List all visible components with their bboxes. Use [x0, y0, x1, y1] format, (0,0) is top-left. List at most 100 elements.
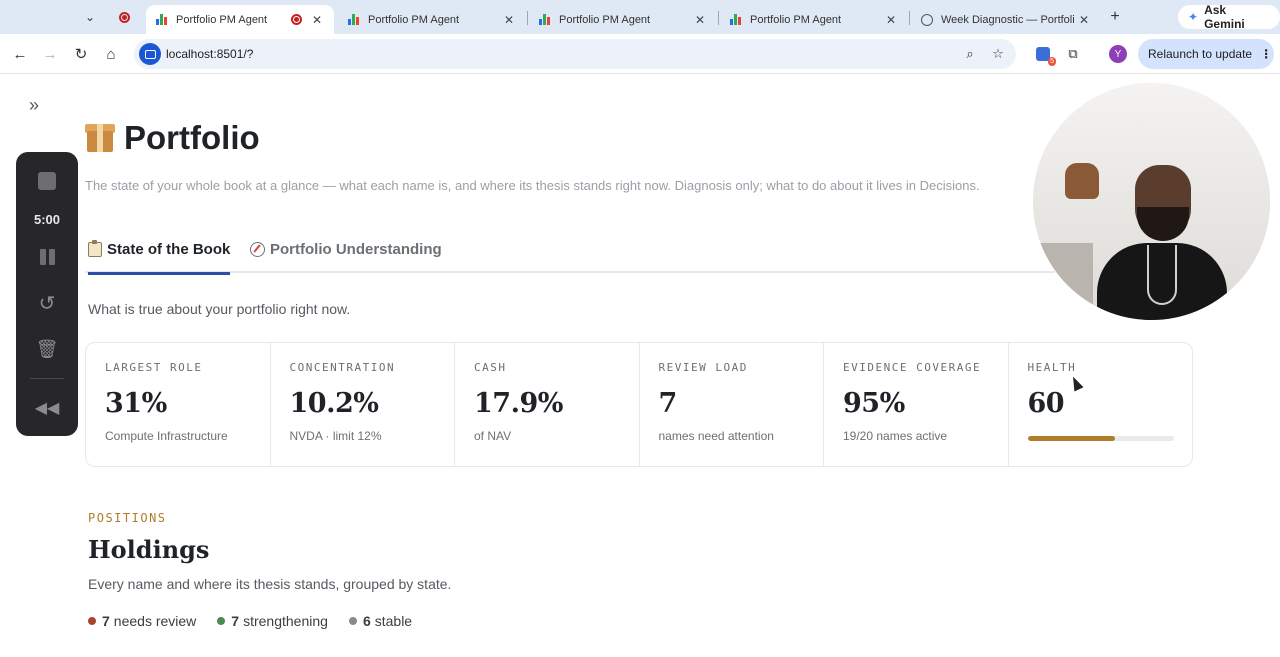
metric-value: 17.9% [474, 388, 563, 419]
browser-tab-title: Portfolio PM Agent [176, 13, 268, 26]
relaunch-to-update-button[interactable]: Relaunch to update ⋮ [1138, 39, 1274, 69]
holdings-state-summary: 7 needs review 7 strengthening 6 stable [88, 613, 412, 629]
browser-tab-strip: ⌄ Portfolio PM Agent ✕ Portfolio PM Agen… [0, 0, 1280, 34]
more-vertical-icon[interactable]: ⋮ [1260, 47, 1272, 61]
browser-tab-3[interactable]: Portfolio PM Agent ✕ [529, 5, 717, 34]
zoom-icon[interactable]: ⌕ [961, 45, 979, 63]
state-count: 7 [231, 613, 240, 629]
metric-concentration: CONCENTRATION 10.2% NVDA · limit 12% [271, 343, 455, 466]
close-icon[interactable]: ✕ [502, 13, 516, 27]
address-bar[interactable]: localhost:8501/? ⌕ ☆ [134, 39, 1016, 69]
bookmark-star-icon[interactable]: ☆ [989, 45, 1007, 63]
browser-tab-title: Week Diagnostic — Portfoli [941, 13, 1075, 26]
tab-separator [718, 11, 719, 25]
webcam-overlay [1033, 83, 1270, 320]
url-text[interactable]: localhost:8501/? [166, 47, 253, 61]
chart-favicon-icon [539, 14, 551, 25]
page-title-text: Portfolio [124, 119, 260, 156]
state-label: stable [374, 613, 413, 629]
ask-gemini-button[interactable]: ✦ Ask Gemini [1178, 3, 1280, 31]
close-icon[interactable]: ✕ [693, 13, 707, 27]
metric-value: 10.2% [289, 388, 379, 419]
state-count: 7 [102, 613, 110, 629]
metric-sub: Compute Infrastructure [105, 429, 228, 443]
metric-label: LARGEST ROLE [105, 361, 203, 374]
state-stable[interactable]: 6 stable [348, 613, 413, 629]
metric-sub: of NAV [474, 429, 512, 443]
metric-value: 60 [1027, 388, 1065, 419]
tab-label: Portfolio Understanding [270, 241, 442, 258]
globe-icon [921, 13, 933, 26]
section-intro: What is true about your portfolio right … [88, 301, 351, 317]
close-icon[interactable]: ✕ [1077, 13, 1091, 27]
close-icon[interactable]: ✕ [310, 13, 324, 27]
tab-state-of-the-book[interactable]: State of the Book [88, 240, 231, 275]
chart-favicon-icon [730, 14, 742, 25]
home-icon[interactable]: ⌂ [99, 42, 123, 66]
metric-sub: names need attention [658, 429, 774, 443]
ask-gemini-label: Ask Gemini [1204, 3, 1245, 31]
extension-icon[interactable]: 5 [1033, 44, 1056, 66]
status-dot-icon [348, 617, 357, 625]
back-arrow-icon[interactable]: ← [8, 42, 32, 66]
relaunch-label: Relaunch to update [1148, 47, 1253, 61]
browser-tab-2[interactable]: Portfolio PM Agent ✕ [338, 5, 526, 34]
metric-value: 31% [105, 388, 167, 419]
panel-divider [30, 378, 64, 379]
site-info-icon[interactable] [139, 43, 161, 65]
pause-icon[interactable] [16, 246, 78, 268]
state-strengthening[interactable]: 7 strengthening [217, 613, 328, 629]
status-dot-icon [88, 617, 96, 625]
metric-largest-role: LARGEST ROLE 31% Compute Infrastructure [86, 343, 271, 466]
status-dot-icon [217, 617, 226, 625]
metric-label: EVIDENCE COVERAGE [843, 361, 982, 374]
restart-icon[interactable]: ↺ [16, 292, 78, 315]
page-title: Portfolio [85, 119, 260, 157]
stop-recording-icon[interactable] [16, 170, 78, 192]
clipboard-icon [88, 240, 102, 257]
recording-timer: 5:00 [33, 211, 61, 227]
chart-favicon-icon [156, 14, 168, 25]
expand-sidebar-icon[interactable]: » [24, 95, 44, 115]
browser-tab-5[interactable]: Week Diagnostic — Portfoli ✕ [911, 5, 1101, 34]
tab-portfolio-understanding[interactable]: Portfolio Understanding [250, 241, 442, 273]
recording-indicator-icon[interactable] [112, 6, 136, 28]
metric-review-load: REVIEW LOAD 7 names need attention [640, 343, 824, 466]
metric-evidence-coverage: EVIDENCE COVERAGE 95% 19/20 names active [824, 343, 1009, 466]
metric-value: 95% [843, 388, 905, 419]
tab-recording-icon [291, 14, 302, 25]
metric-health: HEALTH 60 [1009, 343, 1193, 466]
lamp-shape [1065, 163, 1099, 199]
positions-eyebrow: POSITIONS [88, 511, 167, 525]
metrics-card: LARGEST ROLE 31% Compute Infrastructure … [85, 342, 1193, 467]
trash-icon[interactable]: 🗑 [16, 338, 78, 360]
state-label: strengthening [243, 613, 328, 629]
compass-icon [250, 242, 265, 257]
new-tab-plus-icon[interactable]: + [1104, 6, 1126, 28]
state-label: needs review [113, 613, 197, 629]
forward-arrow-icon[interactable]: → [38, 42, 62, 66]
package-icon [85, 124, 115, 152]
tab-search-chevron-icon[interactable]: ⌄ [78, 6, 102, 28]
tab-separator [909, 11, 910, 25]
metric-sub: 19/20 names active [843, 429, 948, 443]
holdings-title: Holdings [88, 535, 210, 564]
metric-label: HEALTH [1027, 361, 1077, 374]
profile-avatar[interactable]: Y [1109, 45, 1127, 63]
recorder-control-panel: 5:00 ↺ 🗑 ◀◀ [16, 152, 78, 436]
tab-label: State of the Book [107, 241, 231, 258]
close-icon[interactable]: ✕ [884, 13, 898, 27]
reload-icon[interactable]: ↻ [69, 42, 93, 66]
page-subtitle: The state of your whole book at a glance… [85, 178, 980, 193]
browser-tab-title: Portfolio PM Agent [559, 13, 651, 26]
extensions-puzzle-icon[interactable]: ⧉ [1063, 44, 1083, 64]
browser-tab-4[interactable]: Portfolio PM Agent ✕ [720, 5, 908, 34]
metric-value: 7 [658, 388, 678, 419]
browser-tab-1[interactable]: Portfolio PM Agent ✕ [146, 5, 334, 34]
browser-toolbar: ← → ↻ ⌂ localhost:8501/? ⌕ ☆ 5 ⧉ Y Relau… [0, 34, 1280, 74]
metric-label: REVIEW LOAD [658, 361, 748, 374]
presenter-silhouette [1097, 157, 1227, 320]
metric-cash: CASH 17.9% of NAV [455, 343, 640, 466]
state-needs-review[interactable]: 7 needs review [88, 613, 196, 629]
rewind-icon[interactable]: ◀◀ [16, 398, 78, 418]
